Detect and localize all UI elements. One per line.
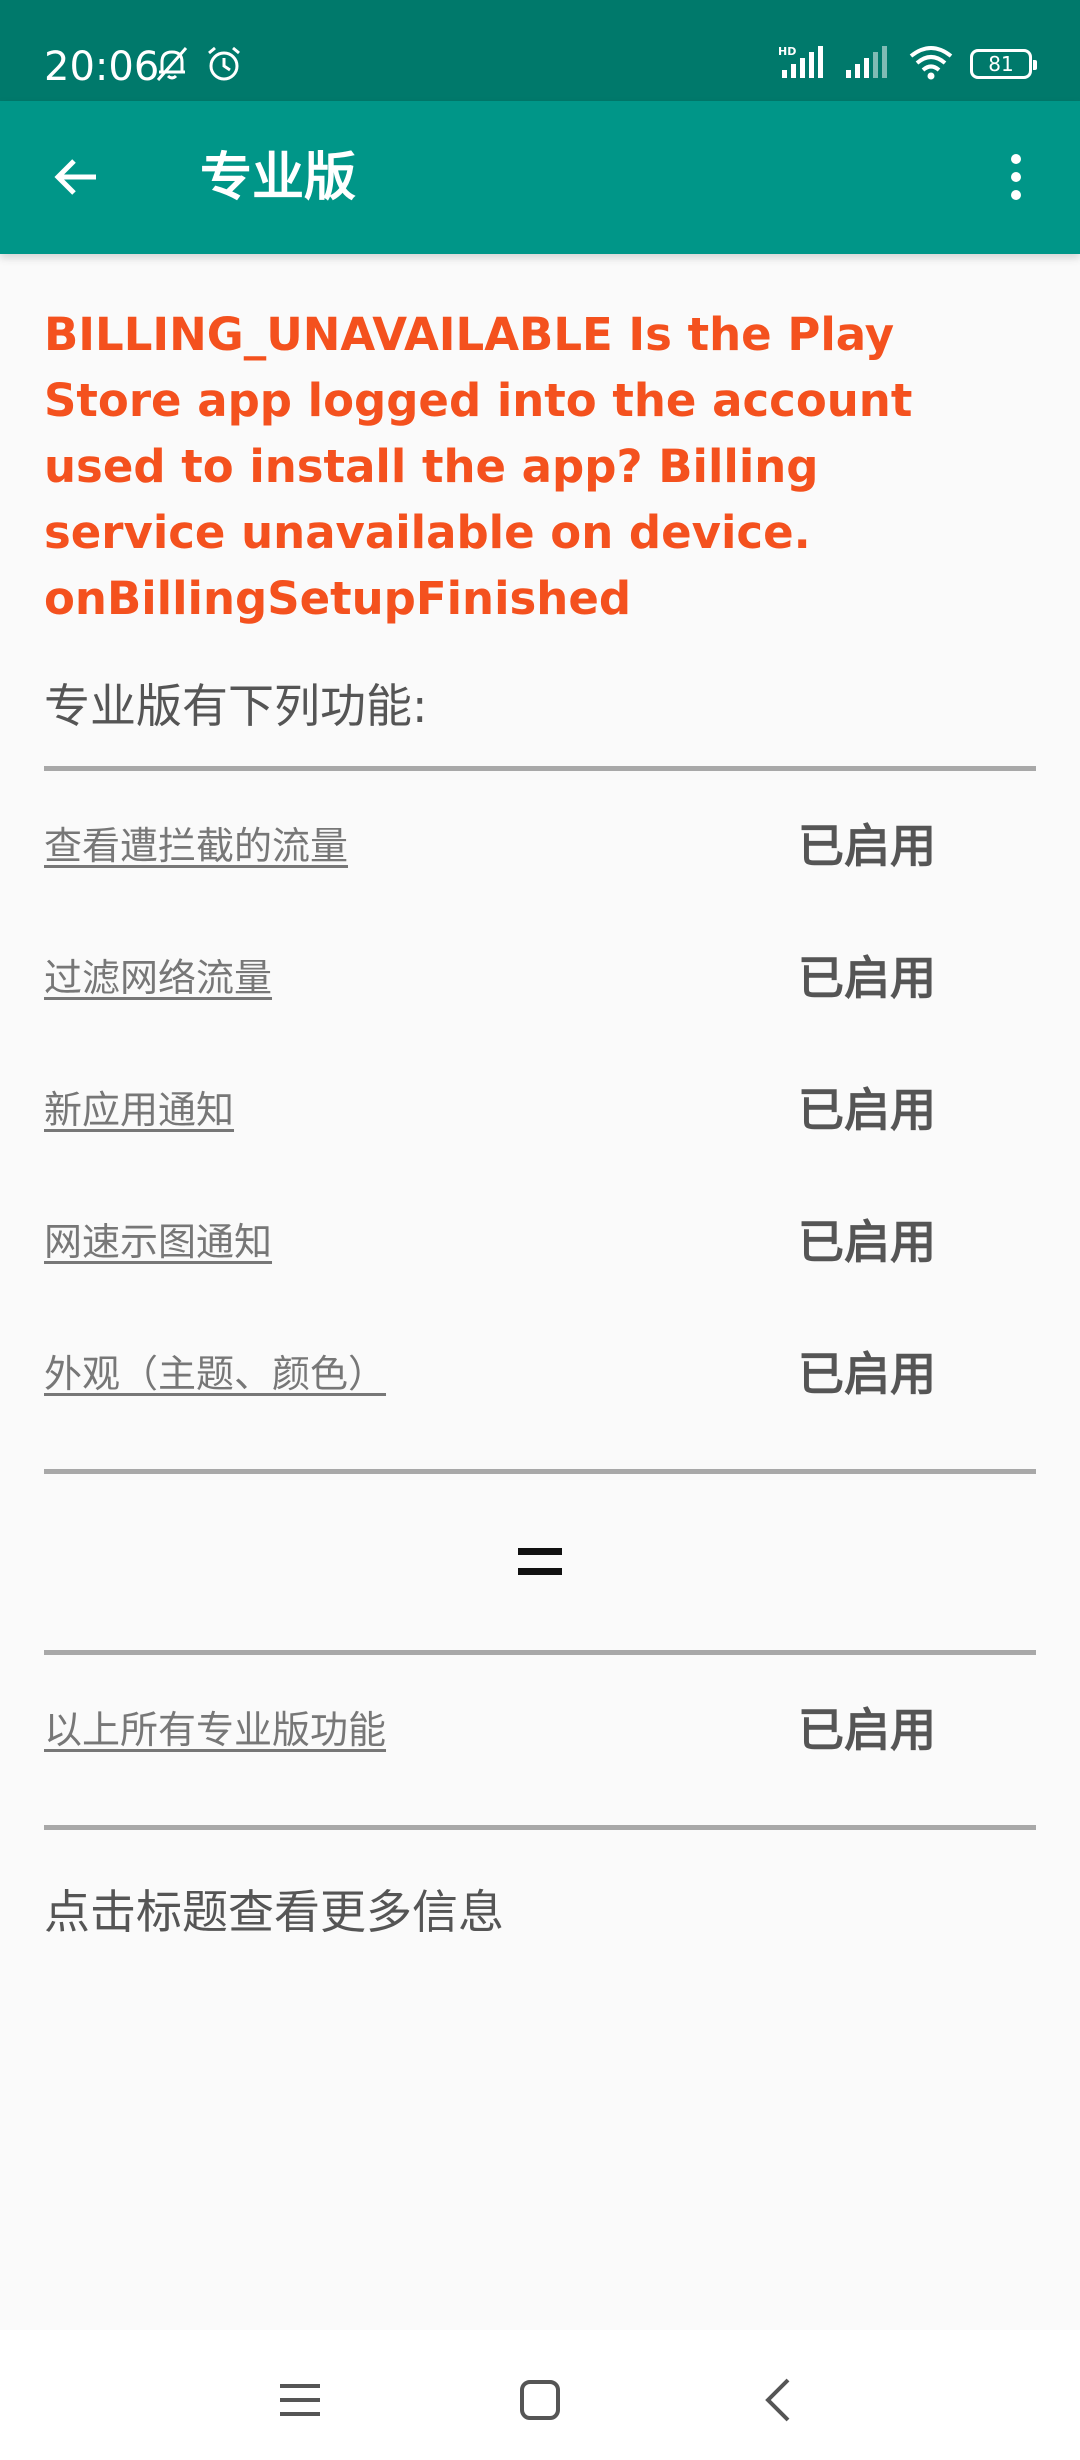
feature-status: 已启用 xyxy=(798,1703,936,1757)
footer-hint: 点击标题查看更多信息 xyxy=(44,1885,504,1939)
status-left-icons xyxy=(152,44,244,88)
feature-status: 已启用 xyxy=(798,951,936,1005)
toolbar: 专业版 xyxy=(0,101,1080,254)
wifi-icon xyxy=(908,44,954,84)
status-bar: 20:06 HD 81 xyxy=(0,0,1080,101)
signal-icon xyxy=(844,44,892,84)
billing-error-message: BILLING_UNAVAILABLE Is the Play Store ap… xyxy=(44,308,913,625)
mute-bell-icon xyxy=(152,44,192,88)
svg-text:HD: HD xyxy=(778,45,796,58)
feature-status: 已启用 xyxy=(798,819,936,873)
back-chevron-icon xyxy=(765,2378,790,2422)
feature-status: 已启用 xyxy=(798,1083,936,1137)
divider xyxy=(44,1825,1036,1830)
feature-status: 已启用 xyxy=(798,1347,936,1401)
hd-signal-icon: HD xyxy=(778,44,828,84)
battery-level: 81 xyxy=(988,52,1014,76)
feature-status: 已启用 xyxy=(798,1215,936,1269)
recents-button[interactable] xyxy=(260,2360,340,2440)
back-button[interactable] xyxy=(40,141,112,213)
home-square-icon xyxy=(520,2380,560,2420)
feature-row: 过滤网络流量 已启用 xyxy=(44,911,1036,1043)
feature-title-speed-notify[interactable]: 网速示图通知 xyxy=(44,1217,272,1267)
more-options-button[interactable] xyxy=(988,141,1044,213)
back-arrow-icon xyxy=(54,159,96,195)
feature-title-appearance[interactable]: 外观（主题、颜色） xyxy=(44,1349,386,1399)
alarm-icon xyxy=(204,44,244,88)
feature-row: 网速示图通知 已启用 xyxy=(44,1175,1036,1307)
features-intro: 专业版有下列功能: xyxy=(44,679,428,733)
feature-title-filter-traffic[interactable]: 过滤网络流量 xyxy=(44,953,272,1003)
feature-row: 查看遭拦截的流量 已启用 xyxy=(44,779,1036,911)
battery-icon: 81 xyxy=(970,49,1037,79)
feature-list: 查看遭拦截的流量 已启用 过滤网络流量 已启用 新应用通知 已启用 网速示图通知… xyxy=(44,771,1036,1469)
content: BILLING_UNAVAILABLE Is the Play Store ap… xyxy=(44,254,1036,1942)
more-vert-icon xyxy=(1011,154,1021,200)
feature-title-blocked-traffic[interactable]: 查看遭拦截的流量 xyxy=(44,821,348,871)
feature-row: 外观（主题、颜色） 已启用 xyxy=(44,1307,1036,1439)
feature-title-all-pro[interactable]: 以上所有专业版功能 xyxy=(44,1705,386,1755)
feature-row: 新应用通知 已启用 xyxy=(44,1043,1036,1175)
feature-row: 以上所有专业版功能 已启用 xyxy=(44,1663,1036,1795)
all-features-section: 以上所有专业版功能 已启用 xyxy=(44,1655,1036,1825)
status-right-icons: HD 81 xyxy=(778,44,1037,84)
home-button[interactable] xyxy=(500,2360,580,2440)
menu-lines-icon xyxy=(280,2384,320,2416)
page-title: 专业版 xyxy=(200,148,357,208)
navigation-bar xyxy=(0,2330,1080,2460)
equals-icon xyxy=(44,1474,1036,1650)
status-time: 20:06 xyxy=(44,44,160,90)
screen: 20:06 HD 81 专业版 BILLING_UNAVAILABLE Is t… xyxy=(0,0,1080,2460)
feature-title-new-app-notify[interactable]: 新应用通知 xyxy=(44,1085,234,1135)
nav-back-button[interactable] xyxy=(738,2360,818,2440)
